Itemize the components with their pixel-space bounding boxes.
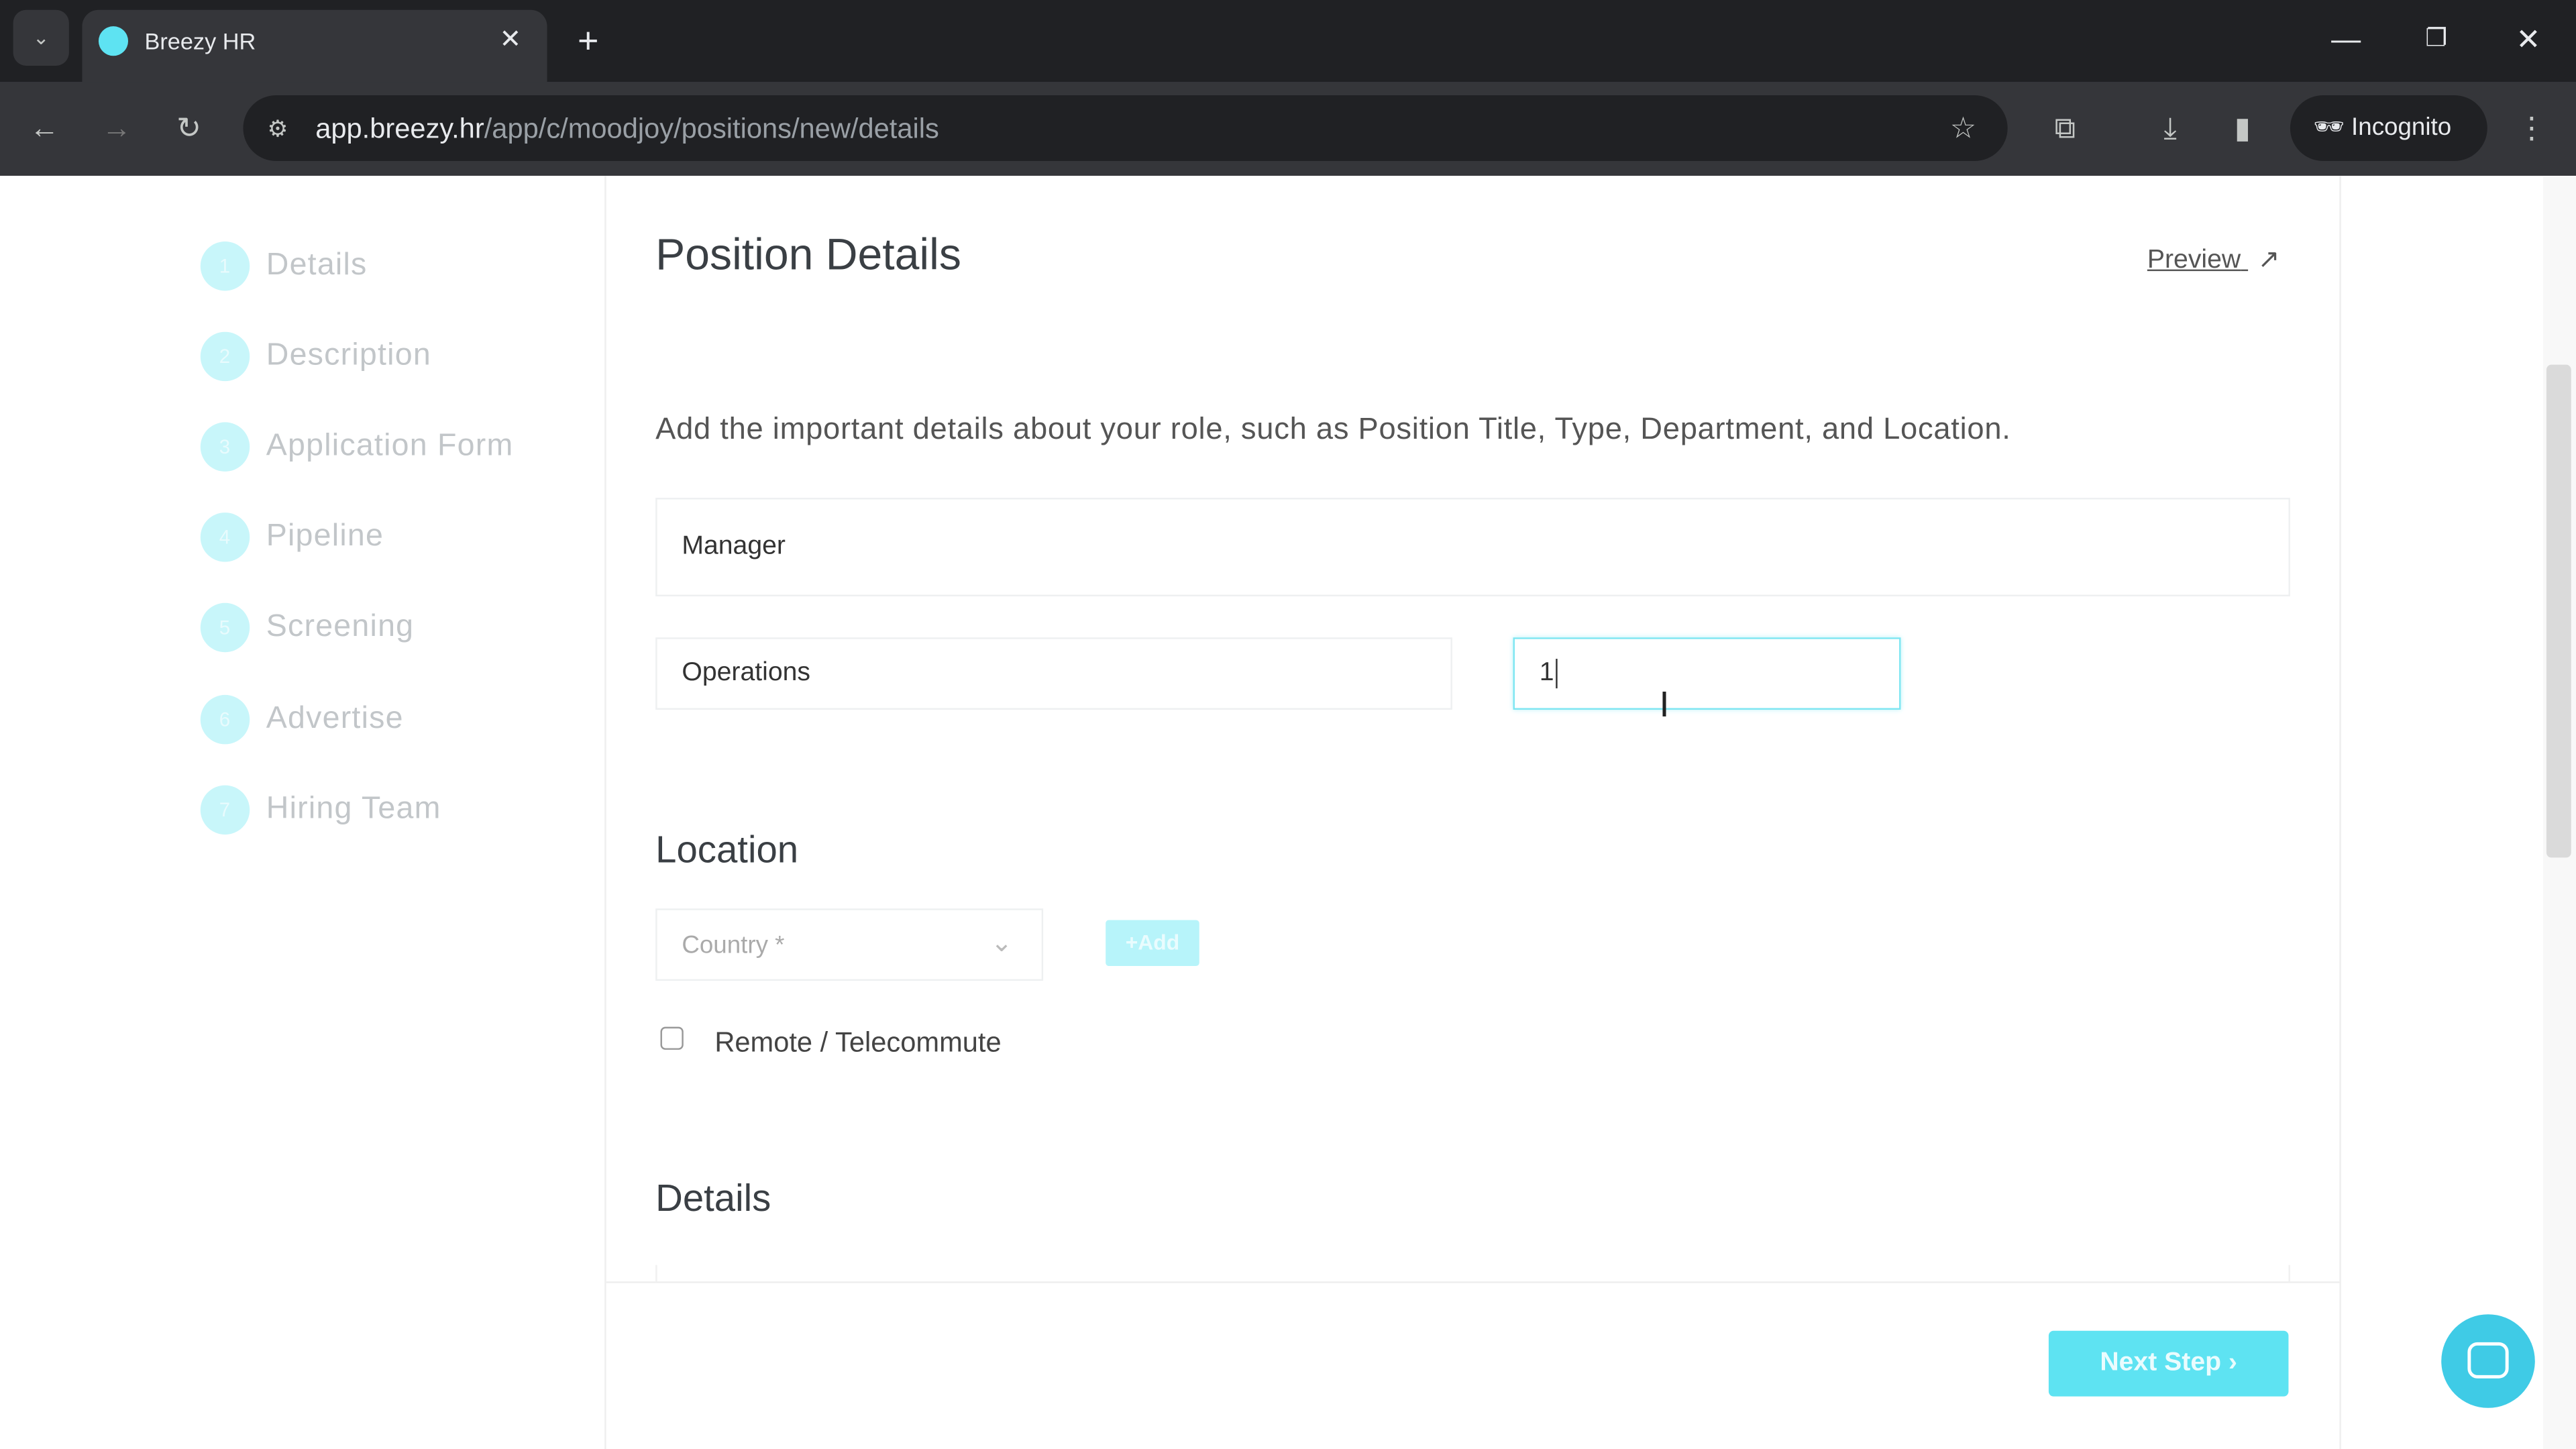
menu-icon[interactable]: ⋮ bbox=[2510, 95, 2553, 161]
new-tab-icon[interactable]: + bbox=[567, 8, 610, 74]
incognito-icon: 🕶 bbox=[2313, 113, 2345, 142]
chat-icon bbox=[2467, 1342, 2509, 1379]
reload-icon[interactable]: ↻ bbox=[164, 95, 213, 161]
step-details[interactable]: 1 Details bbox=[200, 241, 368, 291]
step-pipeline[interactable]: 4 Pipeline bbox=[200, 513, 384, 562]
step-label: Screening bbox=[266, 609, 415, 645]
next-step-label: Next Step bbox=[2100, 1348, 2222, 1377]
remote-checkbox[interactable] bbox=[660, 1026, 684, 1050]
close-tab-icon[interactable]: ✕ bbox=[499, 23, 521, 56]
step-description[interactable]: 2 Description bbox=[200, 331, 431, 382]
panel-divider bbox=[2339, 176, 2341, 1449]
scrollbar-thumb[interactable] bbox=[2546, 364, 2571, 858]
tab-search-icon[interactable]: ⌄ bbox=[13, 9, 69, 66]
step-label: Application Form bbox=[266, 429, 514, 464]
step-number: 1 bbox=[200, 241, 250, 291]
intro-text: Add the important details about your rol… bbox=[655, 411, 2011, 445]
incognito-label: Incognito bbox=[2351, 113, 2452, 142]
close-window-icon[interactable]: ✕ bbox=[2507, 7, 2550, 72]
step-screening[interactable]: 5 Screening bbox=[200, 602, 415, 653]
url-path: /app/c/moodjoy/positions/new/details bbox=[484, 113, 939, 145]
tab-breezy[interactable]: Breezy HR ✕ bbox=[82, 9, 547, 83]
favicon-icon bbox=[98, 26, 129, 56]
step-hiring-team[interactable]: 7 Hiring Team bbox=[200, 785, 441, 835]
page-title: Position Details bbox=[655, 229, 961, 280]
position-title-value: Manager bbox=[682, 532, 786, 561]
step-label: Details bbox=[266, 248, 368, 283]
tab-title: Breezy HR bbox=[144, 28, 256, 54]
location-heading: Location bbox=[655, 828, 799, 871]
focused-input-value: 1 bbox=[1539, 659, 1554, 687]
step-number: 4 bbox=[200, 513, 250, 562]
step-number: 6 bbox=[200, 694, 250, 745]
country-select[interactable]: Country * ⌄ bbox=[655, 908, 1044, 981]
step-label: Pipeline bbox=[266, 519, 384, 554]
url-host: app.breezy.hr bbox=[315, 113, 484, 145]
details-heading: Details bbox=[655, 1176, 771, 1220]
step-number: 2 bbox=[200, 331, 250, 382]
extensions-icon[interactable]: ⧉ bbox=[2041, 95, 2090, 161]
add-location-button[interactable]: +Add bbox=[1106, 920, 1199, 967]
forward-icon[interactable]: → bbox=[92, 95, 141, 161]
text-cursor-icon: I bbox=[1659, 683, 1670, 725]
tab-bar: ⌄ Breezy HR ✕ + — ❐ ✕ bbox=[0, 0, 2576, 83]
incognito-badge[interactable]: 🕶 Incognito bbox=[2290, 95, 2487, 162]
scrollbar[interactable] bbox=[2543, 176, 2576, 1449]
step-number: 7 bbox=[200, 785, 250, 835]
minimize-icon[interactable]: — bbox=[2324, 7, 2367, 72]
position-title-input[interactable]: Manager bbox=[655, 498, 2290, 596]
chevron-down-icon: ⌄ bbox=[990, 930, 1013, 958]
step-advertise[interactable]: 6 Advertise bbox=[200, 694, 404, 745]
address-bar[interactable]: ⚙ app.breezy.hr/app/c/moodjoy/positions/… bbox=[243, 95, 2008, 162]
toolbar: ← → ↻ ⚙ app.breezy.hr/app/c/moodjoy/posi… bbox=[0, 82, 2576, 176]
remote-label: Remote / Telecommute bbox=[714, 1026, 1002, 1059]
preview-label: Preview bbox=[2147, 246, 2241, 274]
department-input[interactable]: Operations bbox=[655, 637, 1452, 710]
sidebar-divider bbox=[604, 176, 606, 1449]
step-number: 3 bbox=[200, 422, 250, 472]
step-number: 5 bbox=[200, 602, 250, 653]
restore-icon[interactable]: ❐ bbox=[2415, 7, 2458, 72]
step-label: Advertise bbox=[266, 701, 404, 737]
step-application-form[interactable]: 3 Application Form bbox=[200, 422, 514, 472]
download-icon[interactable]: ⤓ bbox=[2145, 95, 2194, 161]
next-step-button[interactable]: Next Step › bbox=[2048, 1330, 2289, 1397]
country-placeholder: Country * bbox=[682, 930, 785, 959]
side-panel-icon[interactable]: ▮ bbox=[2218, 95, 2267, 161]
step-label: Description bbox=[266, 338, 431, 373]
back-icon[interactable]: ← bbox=[19, 95, 68, 161]
details-fields-row bbox=[655, 1265, 2290, 1282]
focused-input[interactable]: 1 bbox=[1513, 637, 1901, 710]
chat-launcher[interactable] bbox=[2441, 1314, 2535, 1408]
external-link-icon: ↗ bbox=[2257, 246, 2280, 274]
site-info-icon[interactable]: ⚙ bbox=[256, 95, 299, 161]
bookmark-star-icon[interactable]: ☆ bbox=[1939, 95, 1988, 161]
department-value: Operations bbox=[682, 659, 811, 687]
step-label: Hiring Team bbox=[266, 792, 441, 826]
preview-link[interactable]: Preview ↗ bbox=[2147, 243, 2280, 276]
